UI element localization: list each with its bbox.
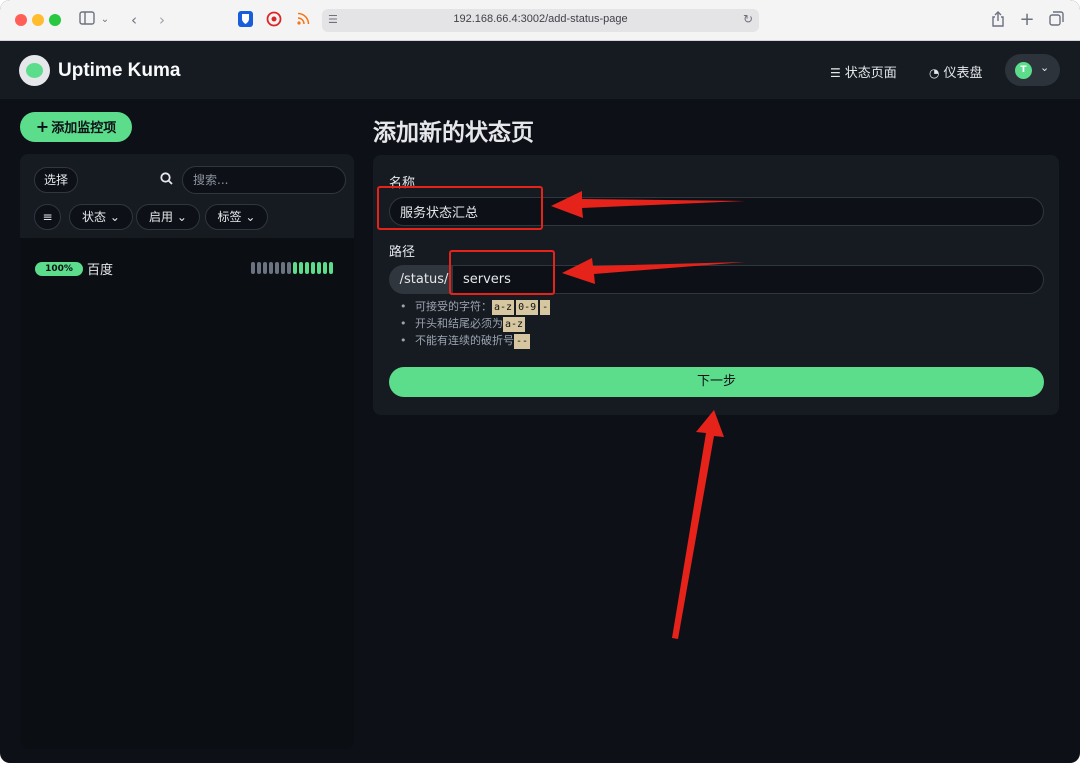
page-title: 添加新的状态页 (373, 120, 534, 146)
path-rule: 可接受的字符：a-z0-9- (400, 298, 552, 315)
heartbeat-tick (293, 262, 297, 274)
path-rule-code: a-z (492, 300, 515, 315)
heartbeat-tick (275, 262, 279, 274)
address-bar[interactable]: ☰ 192.168.66.4:3002/add-status-page ↻ (322, 9, 759, 32)
minimize-window-button[interactable] (32, 14, 44, 26)
filter-status-label: 状态 (82, 210, 107, 224)
search-input[interactable] (182, 166, 346, 194)
path-rule-text: 可接受的字符： (415, 300, 492, 313)
nav-dashboard[interactable]: ◔ 仪表盘 (929, 62, 983, 81)
path-rule-text: 不能有连续的破折号 (415, 334, 514, 347)
filter-status-dropdown[interactable]: 状态 ⌄ (69, 204, 133, 230)
nav-dashboard-label: 仪表盘 (943, 66, 983, 81)
path-rule: 不能有连续的破折号-- (400, 332, 552, 349)
path-rule-code: - (540, 300, 551, 315)
bitwarden-extension-icon[interactable] (237, 11, 253, 29)
monitor-list-item[interactable]: 100% 百度 (20, 254, 354, 282)
heartbeat-tick (251, 262, 255, 274)
filter-active-label: 启用 (149, 210, 174, 224)
next-step-button[interactable]: 下一步 (389, 367, 1044, 397)
filter-tags-label: 标签 (217, 210, 242, 224)
reload-icon[interactable]: ↻ (743, 12, 753, 26)
chevron-down-icon: ⌄ (1040, 61, 1050, 74)
search-icon (160, 172, 173, 189)
browser-window: ⌄ ‹ › ☰ 192.168.66.4:3002/add-status-pag… (0, 0, 1080, 763)
path-rule: 开头和结尾必须为a-z (400, 315, 552, 332)
forward-icon[interactable]: › (155, 11, 169, 29)
path-rule-code: a-z (503, 317, 526, 332)
path-rules-list: 可接受的字符：a-z0-9- 开头和结尾必须为a-z 不能有连续的破折号-- (400, 298, 552, 349)
select-button[interactable]: 选择 (34, 167, 78, 193)
heartbeat-tick (323, 262, 327, 274)
dashboard-gauge-icon: ◔ (929, 66, 940, 80)
heartbeat-tick (305, 262, 309, 274)
browser-toolbar: ⌄ ‹ › ☰ 192.168.66.4:3002/add-status-pag… (0, 0, 1080, 41)
nav-status-pages-label: 状态页面 (844, 66, 897, 81)
heartbeat-tick (287, 262, 291, 274)
annotation-arrow-next (672, 410, 724, 639)
plus-icon: + (35, 117, 50, 136)
share-icon[interactable] (990, 11, 1006, 29)
path-rule-code: 0-9 (516, 300, 539, 315)
heartbeat-tick (263, 262, 267, 274)
new-tab-icon[interactable]: + (1019, 11, 1035, 29)
path-label: 路径 (389, 245, 416, 260)
app-header: Uptime Kuma ☰ 状态页面 ◔ 仪表盘 T ⌄ (0, 41, 1080, 99)
heartbeat-tick (329, 262, 333, 274)
rss-icon[interactable] (296, 11, 310, 29)
tab-overview-icon[interactable] (1048, 11, 1064, 29)
back-icon[interactable]: ‹ (127, 11, 141, 29)
monitor-list-toolbar: 选择 ≡ 状态 ⌄ 启用 ⌄ 标签 ⌄ (20, 154, 354, 238)
filter-active-dropdown[interactable]: 启用 ⌄ (136, 204, 200, 230)
heartbeat-tick (311, 262, 315, 274)
list-icon: ☰ (830, 66, 841, 80)
zoom-window-button[interactable] (49, 14, 61, 26)
avatar: T (1015, 62, 1032, 79)
annotation-box-name (377, 186, 543, 230)
path-rule-code: -- (514, 334, 531, 349)
monitor-name: 百度 (87, 263, 114, 278)
profile-dropdown[interactable]: T ⌄ (1005, 54, 1060, 86)
add-monitor-button[interactable]: + 添加监控项 (20, 112, 132, 142)
add-monitor-label: 添加监控项 (51, 121, 117, 136)
heartbeat-tick (317, 262, 321, 274)
filter-tags-dropdown[interactable]: 标签 ⌄ (205, 204, 268, 230)
uptime-badge: 100% (35, 262, 83, 276)
app-title[interactable]: Uptime Kuma (58, 60, 180, 82)
uptime-kuma-logo[interactable] (19, 55, 50, 86)
heartbeat-tick (269, 262, 273, 274)
path-rule-text: 开头和结尾必须为 (415, 317, 503, 330)
url-text: 192.168.66.4:3002/add-status-page (453, 13, 628, 25)
heartbeat-tick (257, 262, 261, 274)
heartbeat-tick (281, 262, 285, 274)
close-window-button[interactable] (15, 14, 27, 26)
monitor-list-panel: 选择 ≡ 状态 ⌄ 启用 ⌄ 标签 ⌄ 100% 百度 (20, 154, 354, 749)
filter-menu-button[interactable]: ≡ (34, 204, 61, 230)
extension-target-icon[interactable] (266, 11, 282, 29)
annotation-box-path (449, 250, 555, 295)
sidebar-toggle-icon[interactable] (78, 11, 96, 29)
heartbeat-tick (299, 262, 303, 274)
chevron-down-icon[interactable]: ⌄ (100, 11, 110, 29)
nav-status-pages[interactable]: ☰ 状态页面 (830, 62, 897, 81)
